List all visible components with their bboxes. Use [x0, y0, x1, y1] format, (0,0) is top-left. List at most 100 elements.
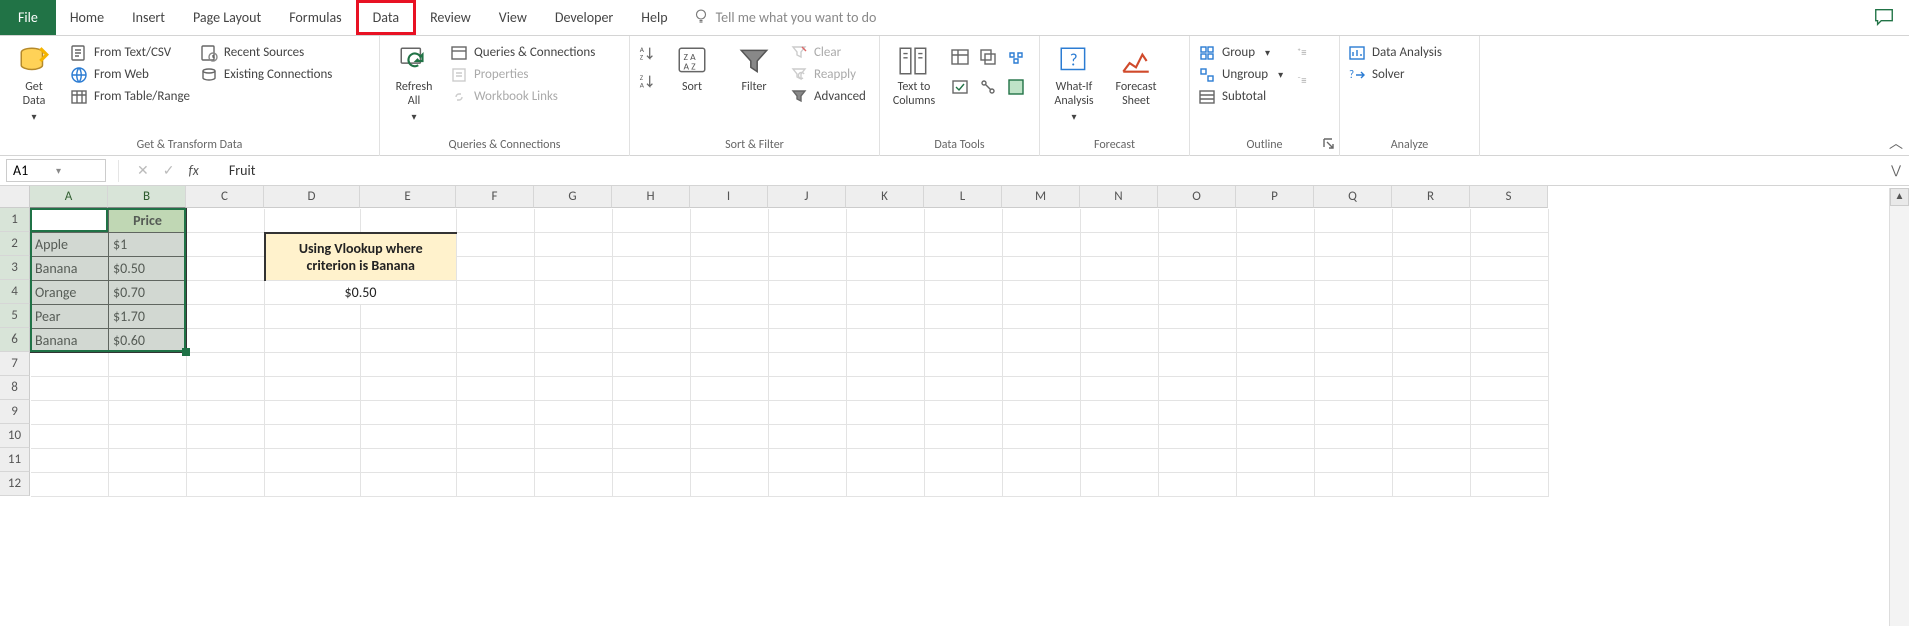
existing-connections-button[interactable]: Existing Connections [200, 66, 332, 84]
advanced-filter-button[interactable]: Advanced [790, 88, 866, 106]
note-cell[interactable]: Using Vlookup where criterion is Banana [265, 233, 457, 281]
filter-button[interactable]: Filter [728, 40, 780, 94]
cell[interactable]: $0.50 [109, 257, 187, 281]
col-header[interactable]: N [1080, 186, 1158, 208]
manage-data-model-button[interactable] [1006, 74, 1030, 100]
row-header[interactable]: 2 [0, 232, 30, 256]
from-text-csv-button[interactable]: From Text/CSV [70, 44, 190, 62]
row-header[interactable]: 12 [0, 472, 30, 496]
cell[interactable]: Banana [31, 257, 109, 281]
row-header[interactable]: 7 [0, 352, 30, 376]
cell[interactable]: $0.60 [109, 329, 187, 353]
row-header[interactable]: 11 [0, 448, 30, 472]
expand-formula-bar[interactable]: ⋁ [1891, 163, 1901, 178]
hide-detail-button[interactable]: ⁻≡ [1297, 72, 1307, 90]
cell[interactable]: Banana [31, 329, 109, 353]
sort-asc-button[interactable]: AZ [638, 44, 656, 62]
cell[interactable]: $0.70 [109, 281, 187, 305]
tab-home[interactable]: Home [56, 0, 118, 35]
refresh-all-button[interactable]: Refresh All ▾ [388, 40, 440, 123]
sort-desc-button[interactable]: ZA [638, 72, 656, 90]
sort-button[interactable]: Z AA Z Sort [666, 40, 718, 94]
cell[interactable]: $1 [109, 233, 187, 257]
data-analysis-button[interactable]: Data Analysis [1348, 44, 1442, 62]
cancel-icon[interactable]: ✕ [137, 162, 149, 179]
cell[interactable]: Fruit [31, 209, 109, 233]
remove-duplicates-button[interactable] [978, 44, 1002, 70]
cell[interactable]: $1.70 [109, 305, 187, 329]
tab-formulas[interactable]: Formulas [275, 0, 355, 35]
col-header[interactable]: P [1236, 186, 1314, 208]
col-header[interactable]: R [1392, 186, 1470, 208]
cell[interactable] [187, 209, 265, 233]
cells-area[interactable]: Fruit Price Apple $1 Using Vlookup where… [30, 208, 1909, 497]
text-to-columns-button[interactable]: Text to Columns [888, 40, 940, 108]
col-header[interactable]: C [186, 186, 264, 208]
from-web-button[interactable]: From Web [70, 66, 190, 84]
row-header[interactable]: 5 [0, 304, 30, 328]
col-header[interactable]: A [30, 186, 108, 208]
get-data-button[interactable]: Get Data ▾ [8, 40, 60, 123]
clear-filter-button[interactable]: Clear [790, 44, 866, 62]
tab-view[interactable]: View [485, 0, 541, 35]
row-header[interactable]: 3 [0, 256, 30, 280]
select-all-corner[interactable] [0, 186, 30, 208]
consolidate-button[interactable] [1006, 44, 1030, 70]
row-header[interactable]: 9 [0, 400, 30, 424]
result-cell[interactable]: $0.50 [265, 281, 457, 305]
scroll-up-button[interactable]: ▲ [1890, 188, 1909, 206]
name-box[interactable]: A1 ▾ [6, 159, 106, 182]
tab-file[interactable]: File [0, 0, 56, 35]
tab-insert[interactable]: Insert [118, 0, 179, 35]
cell[interactable]: Pear [31, 305, 109, 329]
what-if-button[interactable]: ? What-If Analysis ▾ [1048, 40, 1100, 123]
cell[interactable] [361, 209, 457, 233]
dialog-launcher-icon[interactable] [1323, 138, 1335, 150]
show-detail-button[interactable]: ⁺≡ [1297, 44, 1307, 62]
tab-data[interactable]: Data [356, 0, 416, 35]
flash-fill-button[interactable] [950, 44, 974, 70]
solver-button[interactable]: ? Solver [1348, 66, 1442, 84]
row-header[interactable]: 10 [0, 424, 30, 448]
fx-icon[interactable]: fx [188, 162, 198, 179]
relationships-button[interactable] [978, 74, 1002, 100]
tab-help[interactable]: Help [627, 0, 681, 35]
cell[interactable]: Apple [31, 233, 109, 257]
col-header[interactable]: J [768, 186, 846, 208]
row-header[interactable]: 1 [0, 208, 30, 232]
forecast-sheet-button[interactable]: Forecast Sheet [1110, 40, 1162, 108]
col-header[interactable]: H [612, 186, 690, 208]
col-header[interactable]: F [456, 186, 534, 208]
col-header[interactable]: D [264, 186, 360, 208]
col-header[interactable]: M [1002, 186, 1080, 208]
col-header[interactable]: O [1158, 186, 1236, 208]
tab-review[interactable]: Review [416, 0, 485, 35]
col-header[interactable]: I [690, 186, 768, 208]
tell-me[interactable]: Tell me what you want to do [692, 0, 877, 35]
col-header[interactable]: L [924, 186, 1002, 208]
col-header[interactable]: B [108, 186, 186, 208]
fill-handle[interactable] [182, 348, 190, 356]
row-header[interactable]: 4 [0, 280, 30, 304]
properties-button[interactable]: Properties [450, 66, 595, 84]
data-validation-button[interactable] [950, 74, 974, 100]
col-header[interactable]: S [1470, 186, 1548, 208]
workbook-links-button[interactable]: Workbook Links [450, 88, 595, 106]
group-button[interactable]: Group ▾ [1198, 44, 1283, 62]
ungroup-button[interactable]: Ungroup ▾ [1198, 66, 1283, 84]
subtotal-button[interactable]: Subtotal [1198, 88, 1283, 106]
recent-sources-button[interactable]: Recent Sources [200, 44, 332, 62]
cell[interactable] [265, 209, 361, 233]
reapply-button[interactable]: Reapply [790, 66, 866, 84]
cell[interactable]: Price [109, 209, 187, 233]
cell[interactable]: Orange [31, 281, 109, 305]
formula-text[interactable]: Fruit [229, 162, 256, 179]
enter-icon[interactable]: ✓ [163, 162, 175, 179]
col-header[interactable]: K [846, 186, 924, 208]
vertical-scrollbar[interactable]: ▲ [1889, 188, 1909, 626]
comments-icon[interactable] [1873, 6, 1895, 32]
tab-developer[interactable]: Developer [541, 0, 627, 35]
from-table-range-button[interactable]: From Table/Range [70, 88, 190, 106]
queries-connections-button[interactable]: Queries & Connections [450, 44, 595, 62]
col-header[interactable]: Q [1314, 186, 1392, 208]
